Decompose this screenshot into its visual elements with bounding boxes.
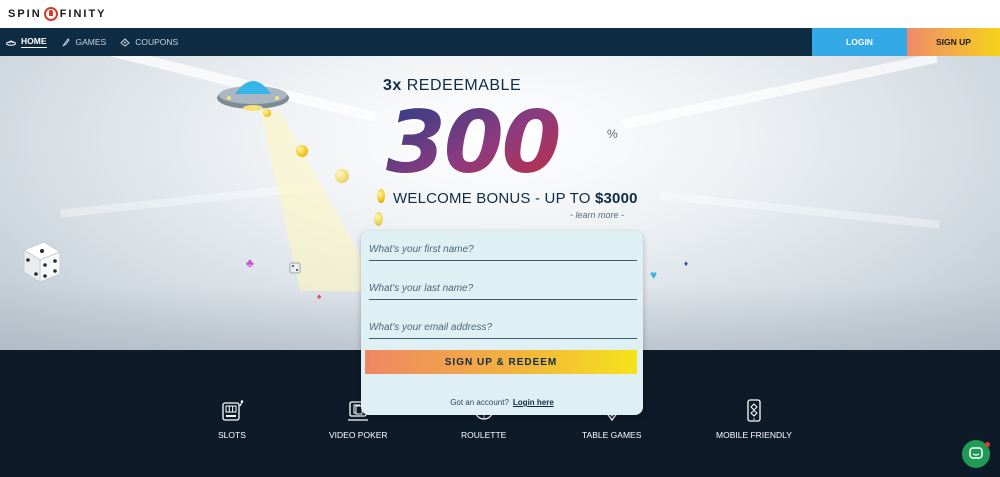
feature-label: MOBILE FRIENDLY xyxy=(716,430,792,440)
last-name-field-wrapper xyxy=(369,278,637,300)
coin-decoration xyxy=(263,109,271,117)
promo-welcome-bonus: WELCOME BONUS - UP TO $3000 xyxy=(393,190,638,207)
logo-spade-icon xyxy=(43,7,58,21)
promo-amount-graphic: 300 xyxy=(384,98,564,182)
logo-bar: SPIN FINITY xyxy=(0,0,1000,28)
feature-label: ROULETTE xyxy=(461,430,507,440)
ticket-icon xyxy=(120,38,130,47)
nav-item-coupons[interactable]: COUPONS xyxy=(120,37,178,47)
logo-text-right: FINITY xyxy=(59,8,107,20)
promo-amount: 300 xyxy=(386,98,560,182)
tunnel-light xyxy=(622,56,938,130)
slot-machine-icon xyxy=(222,400,244,421)
promo-percent: % xyxy=(607,127,618,141)
logo-text-left: SPIN xyxy=(8,8,42,20)
last-name-input[interactable] xyxy=(369,278,637,299)
club-icon: ♣ xyxy=(246,256,254,270)
signup-redeem-button[interactable]: SIGN UP & REDEEM xyxy=(365,350,637,374)
account-question: Got an account? xyxy=(450,398,509,407)
heart-icon: ♥ xyxy=(650,268,658,282)
coin-decoration xyxy=(377,189,385,203)
promo-multiplier: 3x xyxy=(383,77,402,94)
ufo-icon xyxy=(6,38,16,46)
feature-label: SLOTS xyxy=(218,430,246,440)
nav-item-games[interactable]: GAMES xyxy=(61,37,107,47)
feature-mobile-friendly[interactable]: MOBILE FRIENDLY xyxy=(716,398,792,440)
chat-icon xyxy=(969,447,983,459)
chat-notification-dot xyxy=(985,442,990,447)
mobile-icon xyxy=(747,399,761,422)
coin-decoration xyxy=(296,145,308,157)
diamond-icon: ♦ xyxy=(684,259,689,268)
promo-welcome-text: WELCOME BONUS - UP TO xyxy=(393,190,595,207)
feature-slots[interactable]: SLOTS xyxy=(218,398,246,440)
first-name-field-wrapper xyxy=(369,239,637,261)
rocket-icon xyxy=(61,38,71,47)
spade-icon: ♠ xyxy=(317,292,322,301)
promo-redeemable: REDEEMABLE xyxy=(401,77,522,94)
dice-illustration xyxy=(22,241,62,283)
small-dice-illustration xyxy=(289,262,301,274)
coin-decoration xyxy=(335,169,349,183)
feature-label: VIDEO POKER xyxy=(329,430,388,440)
main-nav: HOME GAMES COUPONS LOGIN SIGN UP xyxy=(0,28,1000,56)
first-name-input[interactable] xyxy=(369,239,637,260)
signup-button[interactable]: SIGN UP xyxy=(907,28,1000,56)
nav-item-home[interactable]: HOME xyxy=(6,36,47,48)
brand-logo[interactable]: SPIN FINITY xyxy=(8,7,107,21)
nav-label-coupons: COUPONS xyxy=(135,37,179,47)
login-button[interactable]: LOGIN xyxy=(812,28,907,56)
feature-label: TABLE GAMES xyxy=(582,430,642,440)
promo-redeemable-text: 3x REDEEMABLE xyxy=(383,77,521,95)
email-input[interactable] xyxy=(369,317,637,338)
learn-more-link[interactable]: - learn more - xyxy=(570,210,624,220)
email-field-wrapper xyxy=(369,317,637,339)
tunnel-light xyxy=(660,191,940,229)
nav-label-home: HOME xyxy=(21,36,47,48)
signup-form: SIGN UP & REDEEM Got an account? Login he… xyxy=(361,231,643,415)
nav-items: HOME GAMES COUPONS xyxy=(6,28,178,56)
coin-decoration xyxy=(374,212,383,226)
ufo-illustration xyxy=(217,81,289,111)
login-here-link[interactable]: Login here xyxy=(513,398,554,407)
login-prompt: Got an account? Login here xyxy=(361,398,643,407)
ufo-beam-graphic xyxy=(260,111,380,291)
nav-label-games: GAMES xyxy=(75,37,107,47)
promo-max-amount: $3000 xyxy=(594,190,638,207)
